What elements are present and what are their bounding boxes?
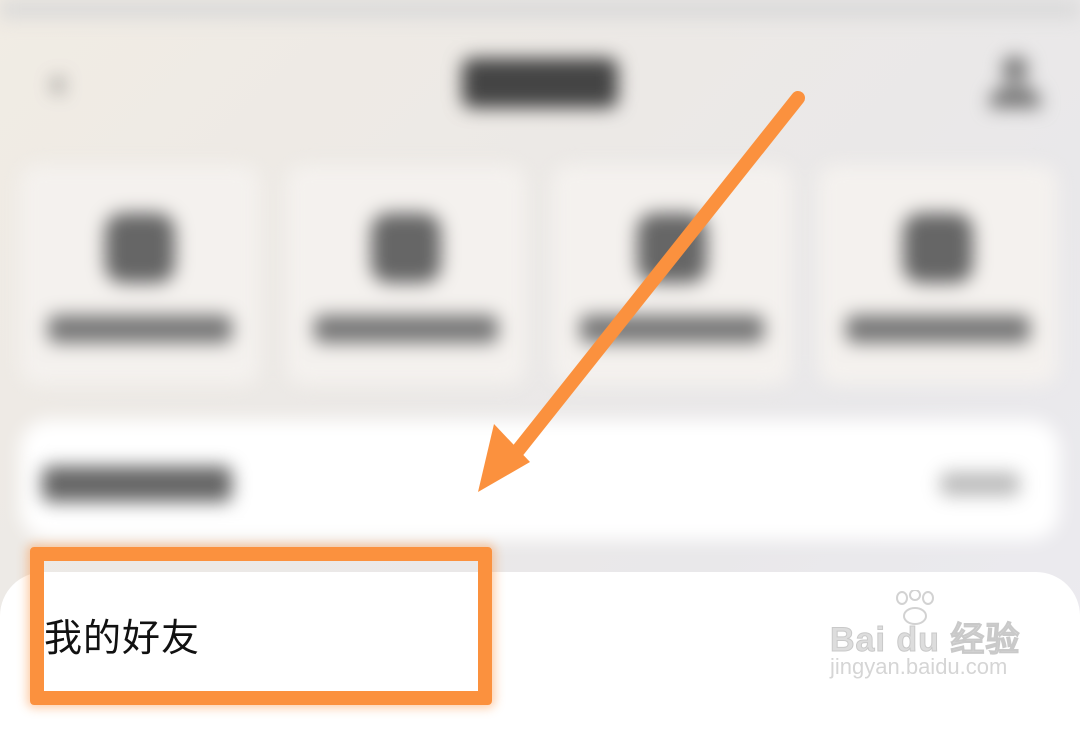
- shortcut-tile[interactable]: [818, 165, 1058, 385]
- list-card[interactable]: [20, 420, 1060, 540]
- app-icon: [903, 213, 973, 283]
- game-icon: [371, 213, 441, 283]
- status-bar: [0, 0, 1080, 18]
- app-icon: [105, 213, 175, 283]
- highlight-box: [30, 547, 492, 705]
- watermark-url: jingyan.baidu.com: [830, 654, 1008, 679]
- app-icon: [637, 213, 707, 283]
- shortcut-tile[interactable]: [286, 165, 526, 385]
- baidu-jingyan-watermark: Bai du 经验 jingyan.baidu.com: [829, 590, 1080, 690]
- shortcut-tile[interactable]: [20, 165, 260, 385]
- page-title: [462, 58, 618, 108]
- shortcut-tile[interactable]: [552, 165, 792, 385]
- back-chevron-icon[interactable]: ‹: [40, 61, 76, 107]
- user-icon[interactable]: [985, 52, 1045, 108]
- shortcut-grid: [20, 165, 1060, 390]
